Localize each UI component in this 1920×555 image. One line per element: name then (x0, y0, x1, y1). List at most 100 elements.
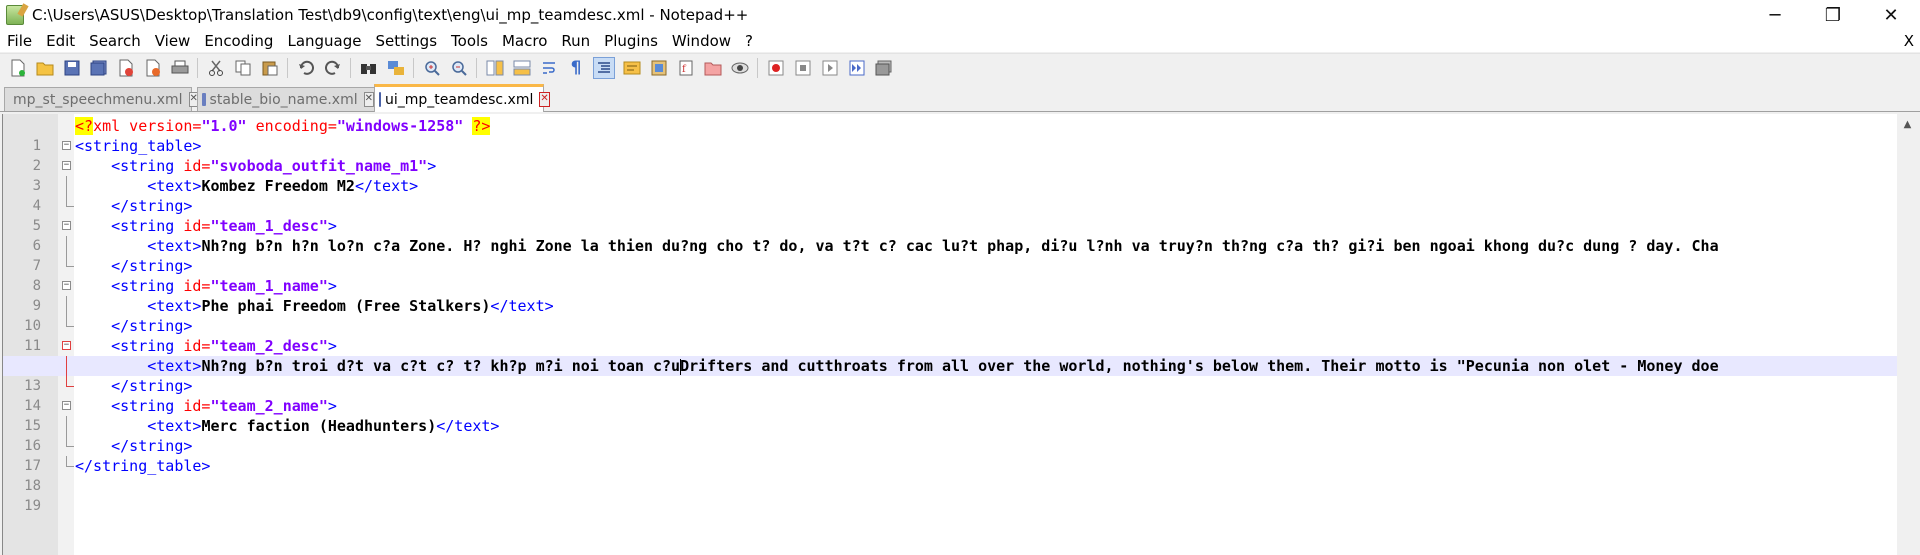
code-line: 14 </string> (3, 376, 1898, 414)
udl-icon[interactable] (622, 58, 642, 78)
zoom-in-icon[interactable] (422, 58, 442, 78)
menu-help[interactable]: ? (738, 32, 760, 50)
fold-toggle-icon[interactable]: − (62, 401, 71, 410)
file-saved-icon (379, 92, 381, 107)
toolbar-separator (197, 57, 198, 78)
monitor-icon[interactable] (730, 58, 750, 78)
close-icon[interactable] (116, 58, 136, 78)
menu-encoding[interactable]: Encoding (197, 32, 280, 50)
close-tab-icon[interactable]: ✕ (539, 92, 550, 107)
code-line: 11 </string> (3, 316, 1898, 354)
toolbar-separator (476, 57, 477, 78)
record-macro-icon[interactable] (766, 58, 786, 78)
replace-icon[interactable] (386, 58, 406, 78)
xml-tag: <text> (147, 297, 202, 315)
xml-tag: </string_table> (75, 457, 211, 475)
xml-text-content: Merc faction (Headhunters) (201, 417, 437, 435)
toolbar-separator (287, 57, 288, 78)
sync-horizontal-icon[interactable] (512, 58, 532, 78)
fold-guide (66, 416, 67, 436)
xml-tag: > (427, 157, 437, 175)
xml-tag: </string> (111, 437, 193, 455)
xml-tag: <string (111, 217, 175, 235)
new-file-icon[interactable] (8, 58, 28, 78)
xml-tag: > (327, 337, 337, 355)
fold-toggle-icon[interactable]: − (62, 281, 71, 290)
attr-name: id= (174, 397, 211, 415)
save-icon[interactable] (62, 58, 82, 78)
scroll-up-icon[interactable]: ▲ (1897, 114, 1918, 135)
redo-icon[interactable] (323, 58, 343, 78)
restore-button[interactable]: ❐ (1804, 0, 1862, 30)
xml-text-content: Kombez Freedom M2 (201, 177, 355, 195)
print-icon[interactable] (170, 58, 190, 78)
tab-stable-bio-name[interactable]: stable_bio_name.xml ✕ (197, 87, 375, 111)
toolbar-separator (757, 57, 758, 78)
save-all-icon[interactable] (89, 58, 109, 78)
stop-record-icon[interactable] (793, 58, 813, 78)
menu-view[interactable]: View (148, 32, 198, 50)
code-line: 17 </string> (3, 436, 1898, 474)
menu-tools[interactable]: Tools (444, 32, 495, 50)
xml-text-content: Nh?ng b?n troi d?t va c?t c? t? kh?p m?i… (201, 357, 681, 375)
doc-map-icon[interactable] (649, 58, 669, 78)
close-window-button[interactable]: ✕ (1862, 0, 1920, 30)
minimize-button[interactable]: ─ (1746, 0, 1804, 30)
fold-toggle-icon[interactable]: − (62, 341, 71, 350)
menu-file[interactable]: File (0, 32, 39, 50)
sync-vertical-icon[interactable] (485, 58, 505, 78)
tab-label: ui_mp_teamdesc.xml (385, 91, 534, 108)
attr-value: "team_2_desc" (210, 337, 328, 355)
paste-icon[interactable] (260, 58, 280, 78)
run-macro-multiple-icon[interactable] (847, 58, 867, 78)
xml-tag: </text> (354, 177, 419, 195)
code-line: 10 <text>Phe phai Freedom (Free Stalkers… (3, 296, 1898, 334)
title-bar: C:\Users\ASUS\Desktop\Translation Test\d… (0, 0, 1920, 30)
fold-toggle-icon[interactable]: − (62, 141, 71, 150)
menu-macro[interactable]: Macro (495, 32, 554, 50)
word-wrap-icon[interactable] (539, 58, 559, 78)
indent-guide-icon[interactable] (593, 56, 615, 79)
copy-icon[interactable] (233, 58, 253, 78)
close-all-icon[interactable] (143, 58, 163, 78)
function-list-icon[interactable]: f (676, 58, 696, 78)
menu-run[interactable]: Run (554, 32, 597, 50)
save-macro-icon[interactable] (874, 58, 894, 78)
fold-guide-end (66, 316, 74, 327)
text-editor[interactable]: 1 <?xml version="1.0" encoding="windows-… (2, 114, 1918, 555)
play-macro-icon[interactable] (820, 58, 840, 78)
menu-search[interactable]: Search (82, 32, 148, 50)
attr-name: version= (120, 117, 202, 135)
fold-guide (66, 236, 67, 256)
tab-mp-st-speechmenu[interactable]: mp_st_speechmenu.xml ✕ (4, 87, 199, 111)
show-all-chars-icon[interactable]: ¶ (566, 58, 586, 78)
fold-toggle-icon[interactable]: − (62, 161, 71, 170)
notepad-plus-plus-icon (6, 5, 24, 25)
code-line: 15 − <string id="team_2_name"> (3, 396, 1898, 434)
xml-text-content: Nh?ng b?n h?n lo?n c?a Zone. H? nghi Zon… (201, 237, 1719, 255)
cut-icon[interactable] (206, 58, 226, 78)
vertical-scrollbar[interactable]: ▲ (1897, 114, 1918, 555)
attr-value: "svoboda_outfit_name_m1" (210, 157, 428, 175)
menu-plugins[interactable]: Plugins (597, 32, 665, 50)
zoom-out-icon[interactable] (449, 58, 469, 78)
menu-language[interactable]: Language (280, 32, 368, 50)
close-document-button[interactable]: X (1904, 30, 1914, 52)
undo-icon[interactable] (296, 58, 316, 78)
code-line: 6 − <string id="team_1_desc"> (3, 216, 1898, 254)
folder-workspace-icon[interactable] (703, 58, 723, 78)
xml-tag: </string> (111, 197, 193, 215)
open-file-icon[interactable] (35, 58, 55, 78)
code-line: 1 <?xml version="1.0" encoding="windows-… (3, 116, 1898, 154)
xml-tag: > (327, 397, 337, 415)
toolbar-separator (350, 57, 351, 78)
tab-ui-mp-teamdesc[interactable]: ui_mp_teamdesc.xml ✕ (374, 84, 550, 112)
menu-window[interactable]: Window (665, 32, 738, 50)
find-icon[interactable] (359, 58, 379, 78)
close-tab-icon[interactable]: ✕ (363, 92, 374, 107)
fold-toggle-icon[interactable]: − (62, 221, 71, 230)
fold-guide-end (66, 256, 74, 267)
toolbar-separator (413, 57, 414, 78)
menu-settings[interactable]: Settings (369, 32, 445, 50)
menu-edit[interactable]: Edit (39, 32, 82, 50)
